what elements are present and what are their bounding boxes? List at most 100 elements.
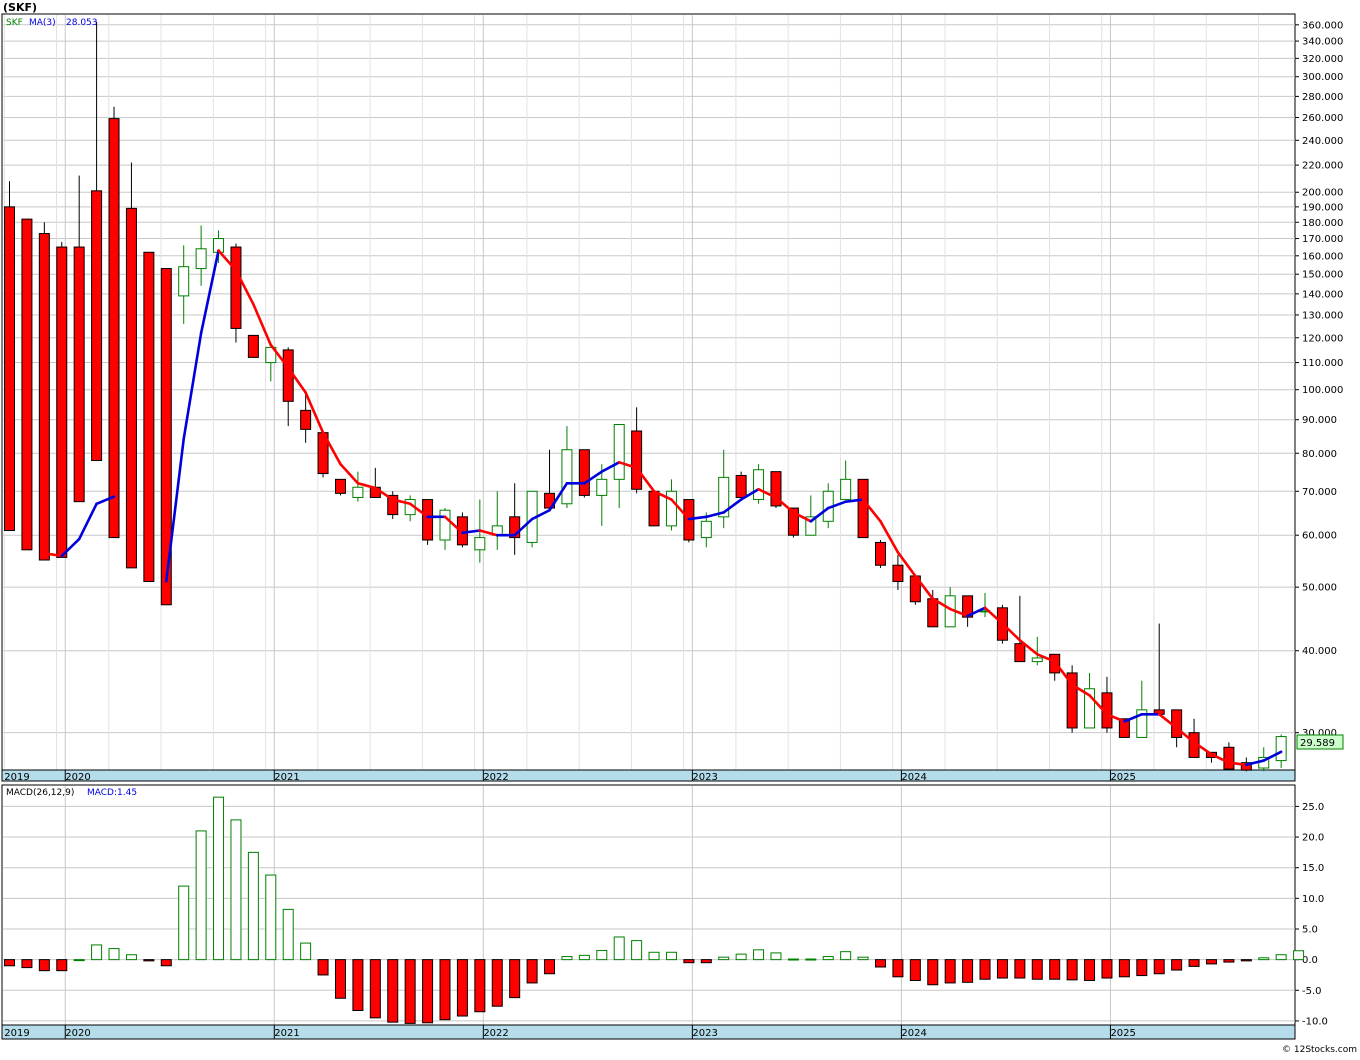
price-tick-label: 80.000 — [1302, 449, 1337, 460]
macd-bar — [125, 954, 137, 961]
candle-body — [857, 478, 869, 539]
macd-bar — [526, 959, 538, 984]
macd-tick-label: 0.0 — [1302, 955, 1318, 966]
macd-bar — [944, 959, 956, 984]
macd-bar — [265, 874, 277, 961]
candle — [334, 478, 346, 496]
price-tick-label: 50.000 — [1302, 583, 1337, 594]
candle — [770, 471, 782, 509]
candle-body — [230, 246, 242, 329]
price-x-label: 2021 — [274, 772, 299, 783]
macd-bar — [1275, 954, 1287, 961]
macd-bar — [195, 830, 207, 961]
macd-bar — [996, 959, 1008, 979]
macd-bar — [1118, 959, 1130, 978]
price-tick-label: 280.000 — [1302, 92, 1343, 103]
macd-bar — [1049, 959, 1061, 980]
candle-body — [474, 537, 486, 551]
macd-bar — [1084, 959, 1096, 981]
macd-bar — [387, 959, 399, 1023]
candle — [578, 449, 590, 498]
macd-tick-label: 25.0 — [1302, 802, 1324, 813]
candle-body — [578, 449, 590, 496]
chart-svg: 30.00040.00050.00060.00070.00080.00090.0… — [0, 0, 1360, 1056]
macd-bar — [247, 851, 259, 961]
macd-bar — [1258, 957, 1270, 961]
price-tick-label: 40.000 — [1302, 646, 1337, 657]
macd-bar — [4, 959, 15, 967]
price-tick-label: 90.000 — [1302, 415, 1337, 426]
price-tick-label: 320.000 — [1302, 54, 1343, 65]
macd-x-label: 2023 — [692, 1028, 717, 1039]
candle-body — [1031, 657, 1043, 663]
candle-body — [735, 474, 747, 498]
macd-bar — [631, 940, 643, 961]
macd-bar — [665, 951, 677, 961]
candle-body — [38, 233, 50, 561]
macd-tick-label: -5.0 — [1302, 986, 1322, 997]
macd-x-label: 2024 — [901, 1028, 926, 1039]
price-tick-label: 120.000 — [1302, 333, 1343, 344]
macd-bar — [927, 959, 939, 986]
macd-label: MACD(26,12,9) — [6, 788, 74, 798]
candle-body — [300, 409, 312, 430]
macd-bar — [91, 944, 103, 961]
price-tick-label: 340.000 — [1302, 37, 1343, 48]
candle-body — [73, 246, 85, 503]
macd-bar — [491, 959, 503, 1007]
candle-body — [840, 478, 852, 501]
macd-bar — [909, 959, 921, 981]
macd-bar — [213, 796, 225, 961]
candle — [38, 222, 50, 561]
price-tick-label: 170.000 — [1302, 234, 1343, 245]
macd-bar — [38, 959, 50, 972]
macd-bar — [1153, 959, 1165, 975]
price-x-label: 2022 — [483, 772, 508, 783]
macd-bar — [596, 949, 608, 961]
macd-bar — [700, 959, 712, 964]
macd-tick-label: 5.0 — [1302, 924, 1318, 935]
candle-body — [631, 430, 643, 490]
macd-x-label: 2022 — [483, 1028, 508, 1039]
price-tick-label: 150.000 — [1302, 270, 1343, 281]
candle-body — [753, 469, 765, 501]
macd-tick-label: 20.0 — [1302, 833, 1324, 844]
macd-x-label: 2019 — [4, 1028, 29, 1039]
price-x-label: 2024 — [901, 772, 926, 783]
candle-body — [927, 598, 939, 628]
candle-body — [21, 218, 33, 551]
macd-x-axis-band — [1, 1024, 1296, 1040]
candle-body — [1014, 643, 1026, 663]
legend-symbol: SKF — [6, 18, 23, 28]
price-tick-label: 240.000 — [1302, 136, 1343, 147]
candle-body — [613, 423, 625, 480]
stock-chart-page: 30.000 40.000 50.000 60.000 70.000 80.000 90.0… — [0, 0, 1360, 1056]
candle-body — [178, 266, 190, 297]
macd-bar — [509, 959, 521, 999]
candle — [247, 334, 259, 358]
macd-bar — [683, 959, 695, 964]
macd-bar — [578, 954, 590, 961]
macd-bar — [648, 951, 660, 961]
price-tick-label: 100.000 — [1302, 385, 1343, 396]
price-tick-label: 160.000 — [1302, 251, 1343, 262]
candle-body — [700, 520, 712, 539]
macd-bar — [979, 959, 991, 980]
price-tick-label: 220.000 — [1302, 161, 1343, 172]
candle-body — [125, 207, 137, 569]
candle — [4, 181, 15, 532]
macd-bar — [822, 956, 834, 961]
macd-bar — [1188, 959, 1200, 967]
candle-body — [334, 478, 346, 494]
macd-bar — [334, 959, 346, 999]
candle-body — [56, 246, 68, 558]
macd-x-label: 2020 — [65, 1028, 90, 1039]
candle — [422, 499, 434, 545]
macd-bar — [561, 956, 573, 961]
candle — [56, 241, 68, 558]
macd-bar — [787, 958, 799, 961]
price-tick-label: 200.000 — [1302, 188, 1343, 199]
macd-x-label: 2025 — [1110, 1028, 1135, 1039]
candle-body — [892, 564, 904, 583]
price-x-label: 2025 — [1110, 772, 1135, 783]
